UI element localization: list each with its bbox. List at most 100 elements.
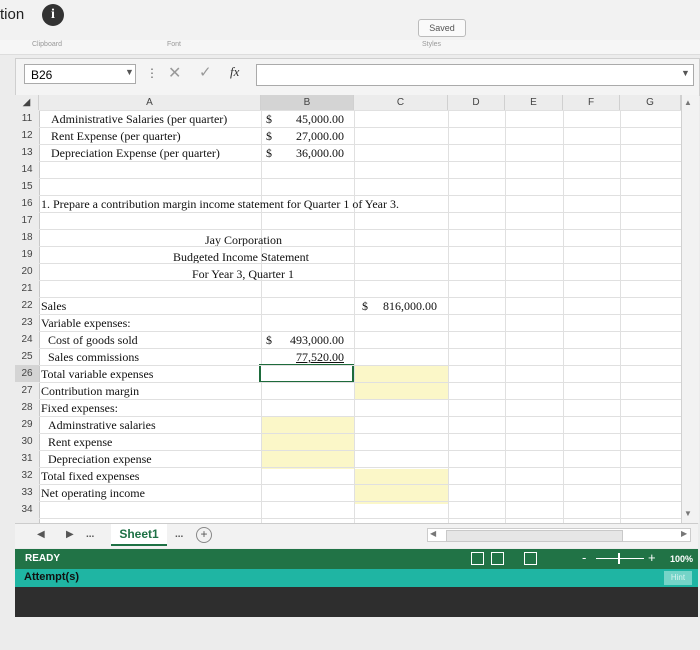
column-header-e[interactable]: E	[505, 95, 563, 110]
scroll-left-icon[interactable]: ◀	[430, 529, 436, 538]
zoom-slider[interactable]	[596, 558, 644, 559]
zoom-slider-thumb[interactable]	[618, 553, 620, 564]
row-header[interactable]: 22	[15, 297, 39, 314]
row-header[interactable]: 18	[15, 229, 39, 246]
horizontal-scroll-thumb[interactable]	[446, 530, 623, 542]
grid-line	[39, 161, 681, 162]
cell-b13[interactable]: 36,000.00	[296, 145, 344, 162]
column-header-a[interactable]: A	[39, 95, 261, 110]
zoom-level[interactable]: 100%	[670, 554, 693, 564]
grid-line	[505, 110, 506, 523]
feedback-panel	[15, 587, 698, 617]
row-header[interactable]: 34	[15, 501, 39, 518]
zoom-out-button[interactable]: -	[582, 550, 586, 565]
answer-cell-c32-c33[interactable]	[355, 469, 448, 504]
expand-formula-icon[interactable]: ▼	[681, 68, 690, 78]
tab-prev-icon[interactable]: ◀	[37, 529, 45, 540]
cancel-icon[interactable]: ✕	[168, 63, 181, 83]
row-header[interactable]: 31	[15, 450, 39, 467]
grid-line	[39, 280, 681, 281]
answer-cell-b29-b31[interactable]	[262, 417, 354, 469]
row-header[interactable]: 29	[15, 416, 39, 433]
row-header[interactable]: 32	[15, 467, 39, 484]
grid-line	[39, 314, 681, 315]
row-header[interactable]: 19	[15, 246, 39, 263]
cell-a23[interactable]: Variable expenses:	[41, 315, 131, 332]
ribbon-group-label: Clipboard	[32, 41, 62, 48]
ribbon-group-label: Font	[167, 41, 182, 48]
row-header[interactable]: 16	[15, 195, 39, 212]
add-sheet-icon[interactable]: +	[196, 527, 212, 543]
active-cell-b26[interactable]	[259, 364, 354, 383]
row-header[interactable]: 14	[15, 161, 39, 178]
row-header[interactable]: 33	[15, 484, 39, 501]
normal-view-icon[interactable]	[471, 552, 484, 565]
cell-c22[interactable]: 816,000.00	[383, 298, 437, 315]
cell-a16[interactable]: 1. Prepare a contribution margin income …	[41, 196, 399, 213]
row-header[interactable]: 24	[15, 331, 39, 348]
vertical-scrollbar[interactable]	[681, 95, 699, 523]
cell-a24[interactable]: Cost of goods sold	[48, 332, 138, 349]
cell-a32[interactable]: Total fixed expenses	[41, 468, 139, 485]
select-all-corner[interactable]: ◢	[15, 95, 39, 110]
grid-line	[39, 348, 681, 349]
cell-b13-currency: $	[266, 146, 272, 160]
grid-line	[39, 263, 681, 264]
row-header[interactable]: 23	[15, 314, 39, 331]
row-header[interactable]: 27	[15, 382, 39, 399]
insert-function-icon[interactable]: fx	[230, 64, 239, 80]
row-header[interactable]: 17	[15, 212, 39, 229]
row-header-active[interactable]: 26	[15, 365, 39, 382]
formula-input[interactable]	[256, 64, 694, 86]
scroll-up-icon[interactable]: ▲	[684, 98, 692, 107]
cell-a26[interactable]: Total variable expenses	[41, 366, 153, 383]
scroll-right-icon[interactable]: ▶	[681, 529, 687, 538]
cell-a30[interactable]: Rent expense	[48, 434, 112, 451]
cell-a33[interactable]: Net operating income	[41, 485, 145, 502]
cell-a25[interactable]: Sales commissions	[48, 349, 139, 366]
cell-b24[interactable]: 493,000.00	[290, 332, 344, 349]
column-header-g[interactable]: G	[620, 95, 681, 110]
page-layout-view-icon[interactable]	[491, 552, 504, 565]
row-header[interactable]: 13	[15, 144, 39, 161]
cell-a27[interactable]: Contribution margin	[41, 383, 139, 400]
row-header[interactable]: 28	[15, 399, 39, 416]
cell-a29[interactable]: Adminstrative salaries	[48, 417, 156, 434]
page-break-view-icon[interactable]	[524, 552, 537, 565]
row-header[interactable]: 11	[15, 110, 39, 127]
column-header-d[interactable]: D	[448, 95, 505, 110]
cell-b25[interactable]: 77,520.00	[296, 349, 344, 366]
row-header[interactable]: 25	[15, 348, 39, 365]
name-box[interactable]: B26	[24, 64, 136, 84]
row-header[interactable]: 12	[15, 127, 39, 144]
cell-b12[interactable]: 27,000.00	[296, 128, 344, 145]
check-icon[interactable]: ✓	[199, 63, 212, 81]
zoom-in-button[interactable]: +	[648, 550, 656, 565]
column-header-c[interactable]: C	[354, 95, 448, 110]
tab-more-left[interactable]: ...	[86, 529, 94, 540]
chevron-down-icon[interactable]: ▼	[125, 67, 134, 77]
cell-a12[interactable]: Rent Expense (per quarter)	[51, 128, 181, 145]
column-header-f[interactable]: F	[563, 95, 620, 110]
row-header[interactable]: 20	[15, 263, 39, 280]
cell-a28[interactable]: Fixed expenses:	[41, 400, 118, 417]
row-header[interactable]: 21	[15, 280, 39, 297]
tab-next-icon[interactable]: ▶	[66, 529, 74, 540]
row-header[interactable]: 15	[15, 178, 39, 195]
tab-sheet1[interactable]: Sheet1	[111, 524, 167, 546]
cell-b11-currency: $	[266, 112, 272, 126]
cell-b11[interactable]: 45,000.00	[296, 111, 344, 128]
cell-a31[interactable]: Depreciation expense	[48, 451, 152, 468]
grid-line	[39, 416, 681, 417]
cell-a11[interactable]: Administrative Salaries (per quarter)	[51, 111, 227, 128]
cell-a22[interactable]: Sales	[41, 298, 66, 315]
hint-button[interactable]: Hint	[664, 571, 692, 585]
row-header[interactable]: 30	[15, 433, 39, 450]
cell-a13[interactable]: Depreciation Expense (per quarter)	[51, 145, 220, 162]
attempts-label: Attempt(s)	[24, 571, 79, 583]
column-header-b[interactable]: B	[261, 95, 354, 110]
ribbon-group-label: Styles	[422, 41, 442, 48]
tab-more-right[interactable]: ...	[175, 529, 183, 540]
info-icon[interactable]: i	[42, 4, 64, 26]
scroll-down-icon[interactable]: ▼	[684, 509, 692, 518]
